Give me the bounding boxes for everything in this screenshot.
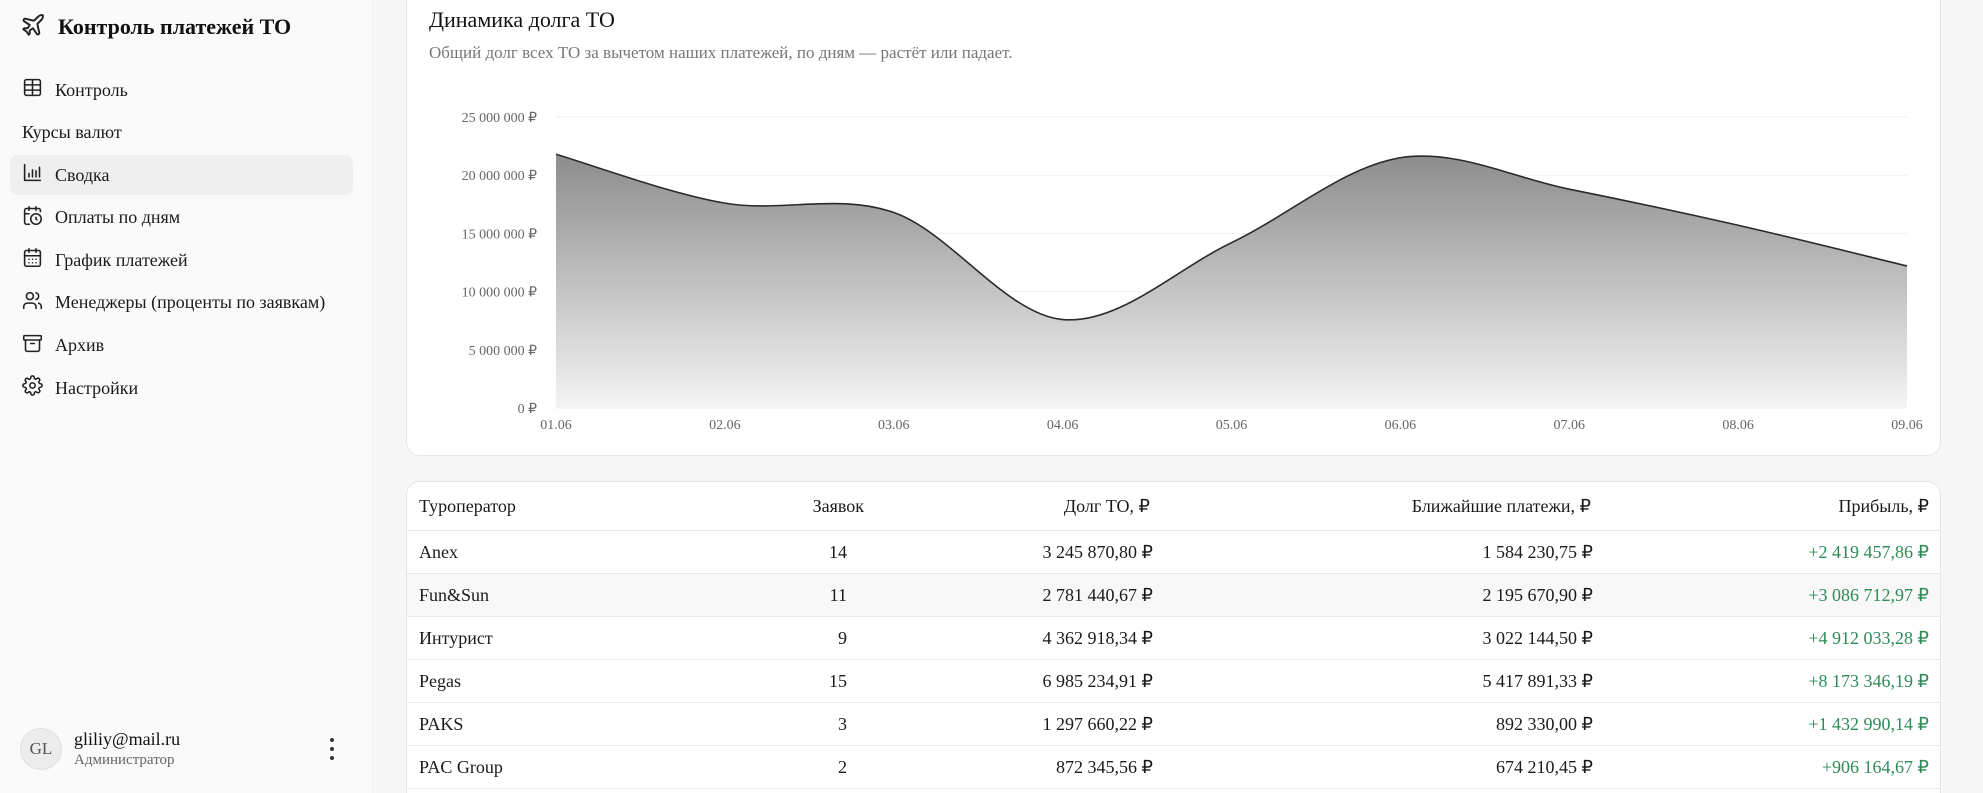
brand[interactable]: Контроль платежей ТО	[20, 12, 291, 42]
sidebar-item-label: Контроль	[55, 79, 128, 100]
y-tick-label: 0 ₽	[518, 402, 538, 417]
more-vertical-icon[interactable]	[322, 738, 342, 760]
y-tick-label: 15 000 000 ₽	[462, 227, 538, 242]
avatar[interactable]: GL	[20, 728, 62, 770]
x-tick-label: 07.06	[1554, 418, 1586, 433]
cell-payments: 3 022 144,50 ₽	[1482, 628, 1593, 648]
cell-operator: Fun&Sun	[419, 585, 490, 605]
cell-profit: +1 432 990,14 ₽	[1808, 714, 1929, 734]
sidebar-item-label: Оплаты по дням	[55, 207, 181, 228]
table-header: Туроператор Заявок Долг ТО, ₽ Ближайшие …	[407, 482, 1940, 531]
header-profit[interactable]: Прибыль, ₽	[1838, 482, 1929, 531]
cell-profit: +906 164,67 ₽	[1821, 757, 1929, 777]
debt-area	[556, 154, 1907, 408]
sidebar-item-summary[interactable]: Сводка	[10, 155, 353, 196]
x-tick-label: 04.06	[1047, 418, 1079, 433]
cell-profit: +2 419 457,86 ₽	[1808, 542, 1929, 562]
table-row[interactable]: Интурист 9 4 362 918,34 ₽ 3 022 144,50 ₽…	[407, 617, 1940, 660]
header-count[interactable]: Заявок	[813, 482, 864, 531]
sidebar-item-archive[interactable]: Архив	[10, 326, 353, 366]
sidebar-item-payment-schedule[interactable]: График платежей	[10, 240, 353, 280]
gear-icon	[22, 375, 43, 401]
table-row[interactable]: Anex 14 3 245 870,80 ₽ 1 584 230,75 ₽ +2…	[407, 531, 1940, 574]
cell-payments: 2 195 670,90 ₽	[1482, 585, 1593, 605]
debt-chart-card: Динамика долга ТО Общий долг всех ТО за …	[406, 0, 1941, 456]
cell-payments: 1 584 230,75 ₽	[1482, 542, 1593, 562]
cell-payments: 674 210,45 ₽	[1496, 757, 1593, 777]
cell-count: 3	[838, 714, 847, 734]
cell-count: 11	[829, 585, 847, 605]
user-email: gliliy@mail.ru	[74, 729, 181, 749]
cell-count: 9	[838, 628, 847, 648]
sidebar-item-label: Сводка	[55, 164, 110, 185]
user-panel: GL gliliy@mail.ru Администратор	[20, 726, 350, 772]
user-role: Администратор	[74, 752, 175, 768]
cell-debt: 4 362 918,34 ₽	[1042, 628, 1153, 648]
cell-count: 15	[829, 671, 847, 691]
table-row[interactable]: PAKS 3 1 297 660,22 ₽ 892 330,00 ₽ +1 43…	[407, 703, 1940, 746]
table-row[interactable]: Pegas 15 6 985 234,91 ₽ 5 417 891,33 ₽ +…	[407, 660, 1940, 703]
y-tick-label: 20 000 000 ₽	[462, 169, 538, 184]
bar-chart-icon	[22, 162, 43, 188]
cell-count: 2	[838, 757, 847, 777]
cell-operator: Интурист	[419, 628, 493, 648]
user-info: gliliy@mail.ru Администратор	[74, 729, 180, 769]
sidebar-item-label: Курсы валют	[22, 122, 122, 143]
sidebar-nav: Контроль Курсы валют Сводка Оплаты по дн…	[10, 70, 353, 411]
sidebar-item-control[interactable]: Контроль	[10, 70, 353, 110]
operators-table: Туроператор Заявок Долг ТО, ₽ Ближайшие …	[406, 481, 1941, 793]
cell-count: 14	[829, 542, 847, 562]
cell-operator: PAKS	[419, 714, 464, 734]
cell-profit: +4 912 033,28 ₽	[1808, 628, 1929, 648]
cell-operator: Pegas	[419, 671, 461, 691]
x-tick-label: 05.06	[1216, 418, 1248, 433]
y-tick-label: 5 000 000 ₽	[469, 344, 538, 359]
x-tick-label: 01.06	[540, 418, 572, 433]
x-tick-label: 06.06	[1385, 418, 1417, 433]
cell-debt: 1 297 660,22 ₽	[1042, 714, 1153, 734]
sidebar-item-payments-by-day[interactable]: Оплаты по дням	[10, 198, 353, 238]
archive-icon	[22, 333, 43, 359]
x-tick-label: 02.06	[709, 418, 741, 433]
header-operator[interactable]: Туроператор	[419, 482, 516, 531]
plane-icon	[20, 12, 46, 43]
sidebar-item-label: Архив	[55, 335, 105, 356]
cell-profit: +8 173 346,19 ₽	[1808, 671, 1929, 691]
sidebar-item-label: Менеджеры (проценты по заявкам)	[55, 292, 326, 313]
x-tick-label: 03.06	[878, 418, 910, 433]
debt-area-chart: 0 ₽ 5 000 000 ₽ 10 000 000 ₽ 15 000 000 ₽ 20…	[462, 111, 1923, 433]
x-tick-label: 09.06	[1891, 418, 1923, 433]
app-title: Контроль платежей ТО	[58, 14, 292, 39]
cell-operator: PAC Group	[419, 757, 503, 777]
y-tick-label: 10 000 000 ₽	[462, 286, 538, 301]
calendar-clock-icon	[22, 205, 43, 231]
cell-debt: 872 345,56 ₽	[1056, 757, 1153, 777]
cell-debt: 3 245 870,80 ₽	[1042, 542, 1153, 562]
table-row[interactable]: Fun&Sun 11 2 781 440,67 ₽ 2 195 670,90 ₽…	[407, 574, 1940, 617]
cell-operator: Anex	[419, 542, 458, 562]
sidebar-item-label: График платежей	[55, 249, 188, 270]
x-tick-label: 08.06	[1722, 418, 1754, 433]
table-row[interactable]: PAC Group 2 872 345,56 ₽ 674 210,45 ₽ +9…	[407, 746, 1940, 789]
header-payments[interactable]: Ближайшие платежи, ₽	[1412, 482, 1591, 531]
y-tick-label: 25 000 000 ₽	[462, 111, 538, 126]
table-icon	[22, 77, 43, 103]
sidebar-item-label: Настройки	[55, 377, 139, 398]
main-content: Динамика долга ТО Общий долг всех ТО за …	[373, 0, 1983, 793]
sidebar: Контроль платежей ТО Контроль Курсы валю…	[0, 0, 373, 793]
sidebar-item-settings[interactable]: Настройки	[10, 368, 353, 408]
cell-payments: 892 330,00 ₽	[1496, 714, 1593, 734]
cell-payments: 5 417 891,33 ₽	[1482, 671, 1593, 691]
header-debt[interactable]: Долг ТО, ₽	[1064, 482, 1150, 531]
users-icon	[22, 290, 43, 316]
cell-debt: 6 985 234,91 ₽	[1042, 671, 1153, 691]
calendar-icon	[22, 247, 43, 273]
sidebar-item-managers[interactable]: Менеджеры (проценты по заявкам)	[10, 283, 353, 323]
cell-debt: 2 781 440,67 ₽	[1042, 585, 1153, 605]
cell-profit: +3 086 712,97 ₽	[1808, 585, 1929, 605]
sidebar-item-currency[interactable]: Курсы валют	[10, 113, 353, 153]
